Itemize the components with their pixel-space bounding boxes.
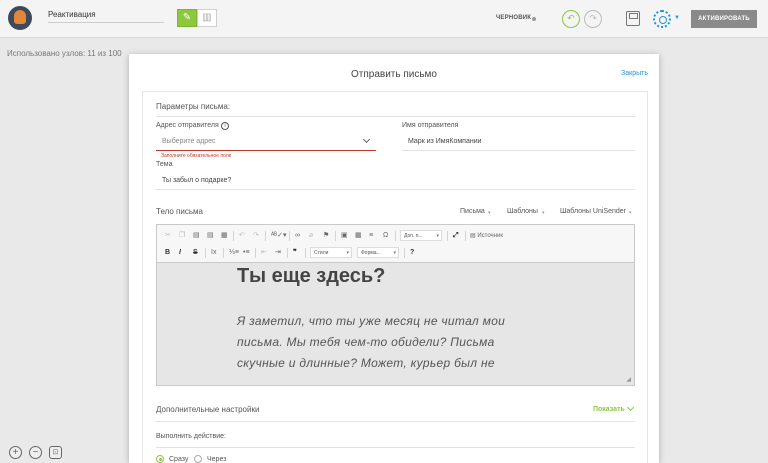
sender-name-underline: [402, 150, 635, 151]
info-icon[interactable]: i: [221, 122, 229, 130]
source-button[interactable]: ▤ Источник: [470, 231, 503, 241]
indent-icon[interactable]: ⇥: [275, 248, 281, 258]
resize-handle-icon[interactable]: ◢: [626, 376, 631, 383]
editor-toolbar: ✂ ❐ ▤ ▤ ▦ ↶ ↷ ᴬᴮ✓▾ ∞ ⌀ ⚑ ▣ ▦ ≡ Ω Доп. п.…: [157, 225, 634, 263]
chevron-down-icon[interactable]: ▼: [674, 15, 680, 21]
blockquote-icon[interactable]: ❞: [293, 248, 297, 258]
advanced-settings-title: Дополнительные настройки: [156, 405, 260, 414]
special-char-icon[interactable]: Ω: [383, 231, 388, 241]
tab-templates[interactable]: Шаблоны: [507, 208, 538, 215]
source-label: Источник: [477, 233, 503, 239]
outdent-icon[interactable]: ⇤: [261, 248, 267, 258]
radio-after-label: Через: [207, 456, 227, 463]
paste-word-icon[interactable]: ▦: [221, 231, 228, 241]
help-icon[interactable]: ?: [410, 248, 414, 258]
subject-underline: [156, 189, 635, 190]
chevron-down-icon: ▾: [488, 210, 491, 216]
chart-icon: ▥: [202, 12, 212, 23]
action-label: Выполнить действие:: [156, 433, 226, 440]
params-section-title: Параметры письма:: [156, 102, 231, 111]
paste-text-icon[interactable]: ▤: [207, 231, 214, 241]
sender-name-input[interactable]: Марк из ИмяКомпании: [408, 138, 482, 145]
chevron-down-icon[interactable]: [626, 403, 635, 412]
modal-body: Параметры письма: Адрес отправителя i Вы…: [142, 91, 648, 463]
app-logo-icon: [8, 6, 32, 30]
subject-input[interactable]: Ты забыл о подарке?: [162, 177, 231, 184]
redo-button[interactable]: ↷: [584, 10, 602, 28]
radio-immediately-label: Сразу: [169, 456, 189, 463]
status-dot-icon: [532, 17, 536, 21]
sender-address-label: Адрес отправителя: [156, 122, 219, 129]
modal-title: Отправить письмо: [350, 69, 437, 80]
horizontal-rule-icon[interactable]: ≡: [369, 231, 373, 241]
image-icon[interactable]: ▣: [341, 231, 348, 241]
divider: [156, 116, 636, 117]
send-email-modal: Отправить письмо Закрыть Параметры письм…: [129, 54, 659, 463]
redo-icon: ↷: [589, 13, 597, 23]
content-paragraph: Я заметил, что ты уже месяц не читал мои…: [237, 314, 506, 370]
numbered-list-icon[interactable]: ⅓≡: [229, 248, 239, 258]
minus-icon: −: [32, 447, 39, 458]
edit-mode-button[interactable]: ✎: [177, 9, 197, 27]
top-bar: Реактивация ✎ ▥ ЧЕРНОВИК ↶ ↷ ▼ АКТИВИРОВ…: [0, 0, 768, 38]
radio-after[interactable]: [194, 455, 202, 463]
pencil-icon: ✎: [182, 12, 192, 23]
save-icon[interactable]: [626, 11, 640, 26]
anchor-flag-icon[interactable]: ⚑: [323, 231, 329, 241]
paste-icon[interactable]: ▤: [193, 231, 200, 241]
sender-address-error: Заполните обязательное поле: [161, 153, 232, 159]
campaign-title[interactable]: Реактивация: [48, 10, 164, 23]
italic-icon[interactable]: I: [179, 248, 181, 258]
body-label: Тело письма: [156, 207, 203, 216]
sender-address-underline: [156, 150, 376, 151]
undo-button[interactable]: ↶: [562, 10, 580, 28]
strikethrough-icon[interactable]: S: [193, 248, 198, 258]
stats-mode-button[interactable]: ▥: [197, 9, 217, 27]
undo-icon: ↶: [567, 13, 575, 23]
fit-screen-icon: ⊡: [52, 449, 59, 456]
copy-icon[interactable]: ❐: [179, 231, 185, 241]
extra-options-combo[interactable]: Доп. п...: [400, 230, 442, 242]
radio-immediately[interactable]: [156, 455, 164, 463]
gear-icon[interactable]: [653, 10, 671, 28]
undo-icon[interactable]: ↶: [239, 231, 245, 241]
status-badge: ЧЕРНОВИК: [496, 15, 532, 21]
remove-format-icon[interactable]: Ix: [211, 248, 216, 258]
spellcheck-icon[interactable]: ᴬᴮ✓▾: [271, 231, 286, 241]
chevron-down-icon: ▾: [542, 210, 545, 216]
plus-icon: +: [12, 447, 19, 458]
rich-text-editor: ✂ ❐ ▤ ▤ ▦ ↶ ↷ ᴬᴮ✓▾ ∞ ⌀ ⚑ ▣ ▦ ≡ Ω Доп. п.…: [156, 224, 635, 386]
content-heading: Ты еще здесь?: [237, 265, 386, 287]
maximize-icon[interactable]: ⤢: [453, 231, 459, 241]
table-icon[interactable]: ▦: [355, 231, 362, 241]
bold-icon[interactable]: B: [165, 248, 170, 258]
unlink-icon[interactable]: ⌀: [309, 231, 313, 241]
tab-letters[interactable]: Письма: [460, 208, 485, 215]
show-advanced-link[interactable]: Показать: [593, 406, 625, 413]
chevron-down-icon[interactable]: [362, 135, 371, 144]
link-icon[interactable]: ∞: [295, 231, 300, 241]
close-link[interactable]: Закрыть: [621, 70, 648, 77]
divider: [156, 447, 635, 448]
styles-combo[interactable]: Стили: [310, 247, 352, 259]
format-combo[interactable]: Форма...: [357, 247, 399, 259]
divider: [156, 421, 635, 422]
bullet-list-icon[interactable]: •≡: [243, 248, 250, 258]
cut-icon[interactable]: ✂: [165, 231, 171, 241]
zoom-fit-button[interactable]: ⊡: [49, 446, 62, 459]
zoom-out-button[interactable]: −: [29, 446, 42, 459]
redo-icon[interactable]: ↷: [253, 231, 259, 241]
modal-header: Отправить письмо Закрыть: [129, 54, 659, 92]
sender-address-select[interactable]: Выберите адрес: [162, 138, 216, 145]
editor-content[interactable]: Ты еще здесь? Я заметил, что ты уже меся…: [157, 263, 634, 385]
zoom-in-button[interactable]: +: [9, 446, 22, 459]
chevron-down-icon: ▾: [629, 210, 632, 216]
nodes-used-counter: Использовано узлов: 11 из 100: [7, 49, 122, 58]
sender-name-label: Имя отправителя: [402, 122, 459, 129]
activate-button[interactable]: АКТИВИРОВАТЬ: [691, 10, 757, 28]
subject-label: Тема: [156, 161, 173, 168]
tab-unisender-templates[interactable]: Шаблоны UniSender: [560, 208, 626, 215]
